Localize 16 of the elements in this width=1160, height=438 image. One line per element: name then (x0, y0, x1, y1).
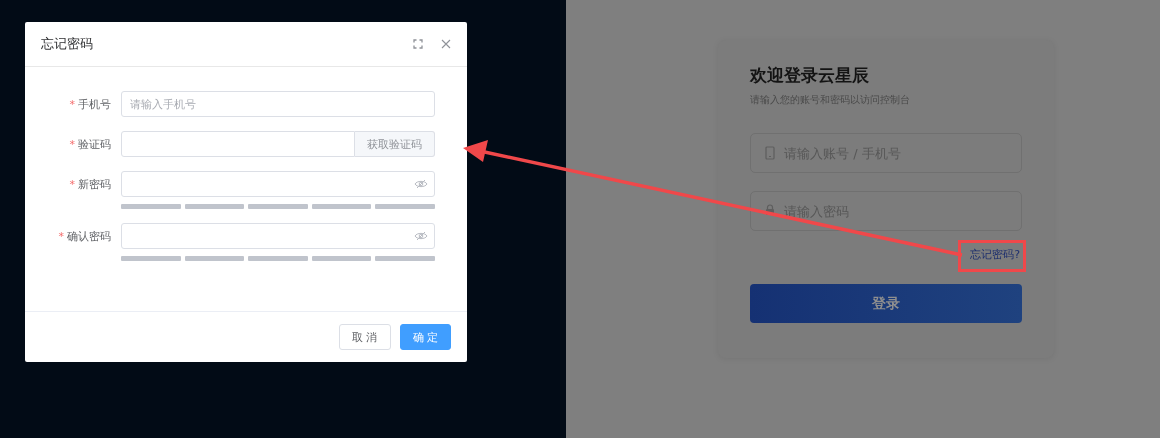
dialog-title: 忘记密码 (41, 35, 94, 53)
required-mark: * (69, 97, 75, 111)
field-label: 手机号 (78, 96, 111, 112)
login-title: 欢迎登录云星辰 (750, 64, 870, 87)
field-label: 确认密码 (67, 228, 111, 244)
get-code-button[interactable]: 获取验证码 (355, 131, 435, 157)
field-label: 新密码 (78, 176, 111, 192)
forgot-password-link[interactable]: 忘记密码? (970, 247, 1020, 262)
login-button[interactable]: 登录 (750, 284, 1022, 323)
cancel-button[interactable]: 取 消 (339, 324, 391, 350)
required-mark: * (69, 177, 75, 191)
required-mark: * (69, 137, 75, 151)
field-label: 验证码 (78, 136, 111, 152)
required-mark: * (58, 229, 64, 243)
phone-input[interactable]: 请输入手机号 (121, 91, 435, 117)
confirm-button[interactable]: 确 定 (399, 324, 451, 350)
